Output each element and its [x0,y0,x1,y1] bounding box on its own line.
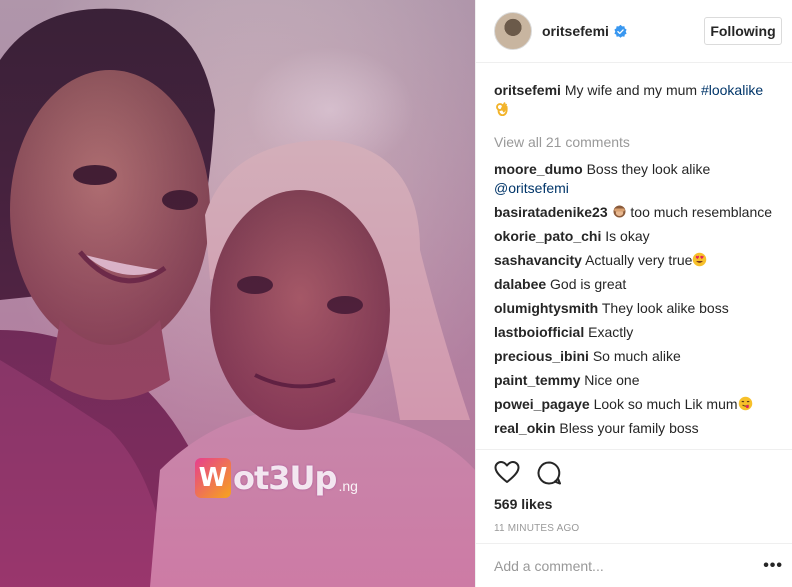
caption-text: My wife and my mum [564,82,701,98]
post-caption: oritsefemi My wife and my mum #lookalike [494,81,778,119]
comment-text: God is great [550,276,627,292]
view-all-comments-link[interactable]: View all 21 comments [494,133,778,151]
comment-item: okorie_pato_chi Is okay [494,227,778,246]
comment-username[interactable]: real_okin [494,420,555,436]
post-photo[interactable]: W ot3Up .ng [0,0,475,587]
watermark-logo: W ot3Up .ng [195,452,358,498]
watermark-letter: W [195,458,231,498]
caption-username[interactable]: oritsefemi [494,82,561,98]
comment-text: Nice one [584,372,640,388]
comment-item: powei_pagaye Look so much Lik mum [494,395,778,414]
header-username[interactable]: oritsefemi [542,23,609,39]
comment-item: paint_temmy Nice one [494,371,778,390]
comment-item: sashavancity Actually very true [494,251,778,270]
comment-text: Look so much Lik mum [593,396,738,412]
comment-username[interactable]: olumightysmith [494,300,598,316]
comment-username[interactable]: moore_dumo [494,161,583,177]
see-no-evil-monkey-emoji-icon [613,205,626,218]
heart-eyes-emoji-icon [693,252,707,267]
post-header: oritsefemi Following [476,0,792,63]
watermark-text: ot3Up [233,459,337,497]
comment-item: dalabee God is great [494,275,778,294]
comment-username[interactable]: powei_pagaye [494,396,590,412]
comments-list: oritsefemi My wife and my mum #lookalike… [476,63,792,449]
photo-tint [0,0,475,587]
comment-text: So much alike [592,348,681,364]
comment-text: Actually very true [585,252,693,268]
comment-text: too much resemblance [626,204,773,220]
comment-input[interactable] [494,557,764,574]
post-actions: 569 likes 11 MINUTES AGO [476,449,792,534]
photo-illustration [0,0,475,587]
caption-hashtag[interactable]: #lookalike [701,82,763,98]
comment-icon[interactable] [536,460,562,486]
add-comment-bar: ••• [476,543,792,587]
action-icons [494,450,775,496]
comment-item: basiratadenike23 too much resemblance [494,203,778,222]
watermark-suffix: .ng [338,478,358,494]
comment-username[interactable]: basiratadenike23 [494,204,608,220]
comment-username[interactable]: lastboiofficial [494,324,584,340]
heart-icon[interactable] [494,460,520,486]
comment-item: precious_ibini So much alike [494,347,778,366]
comment-item: moore_dumo Boss they look alike @oritsef… [494,160,778,198]
more-options-icon[interactable]: ••• [763,557,783,575]
post-side-panel: oritsefemi Following oritsefemi My wife … [475,0,792,587]
comment-username[interactable]: sashavancity [494,252,582,268]
following-button[interactable]: Following [704,17,782,45]
comment-item: real_okin Bless your family boss [494,419,778,438]
comment-text: They look alike boss [601,300,729,316]
comment-item: olumightysmith They look alike boss [494,299,778,318]
comment-text: Bless your family boss [559,420,699,436]
comment-username[interactable]: okorie_pato_chi [494,228,601,244]
comment-text: Exactly [588,324,634,340]
comment-text: Boss they look alike [586,161,711,177]
comment-mention[interactable]: @oritsefemi [494,180,569,196]
likes-count[interactable]: 569 likes [494,496,775,512]
instagram-post: W ot3Up .ng oritsefemi Following oritsef… [0,0,792,587]
verified-badge-icon [614,24,627,38]
comment-username[interactable]: paint_temmy [494,372,580,388]
ok-hand-emoji-icon [496,102,508,116]
comment-username[interactable]: dalabee [494,276,546,292]
avatar[interactable] [494,12,532,50]
face-savoring-emoji-icon [738,396,752,411]
comment-username[interactable]: precious_ibini [494,348,589,364]
post-timestamp: 11 MINUTES AGO [494,523,580,534]
comment-text: Is okay [605,228,650,244]
comment-item: lastboiofficial Exactly [494,323,778,342]
